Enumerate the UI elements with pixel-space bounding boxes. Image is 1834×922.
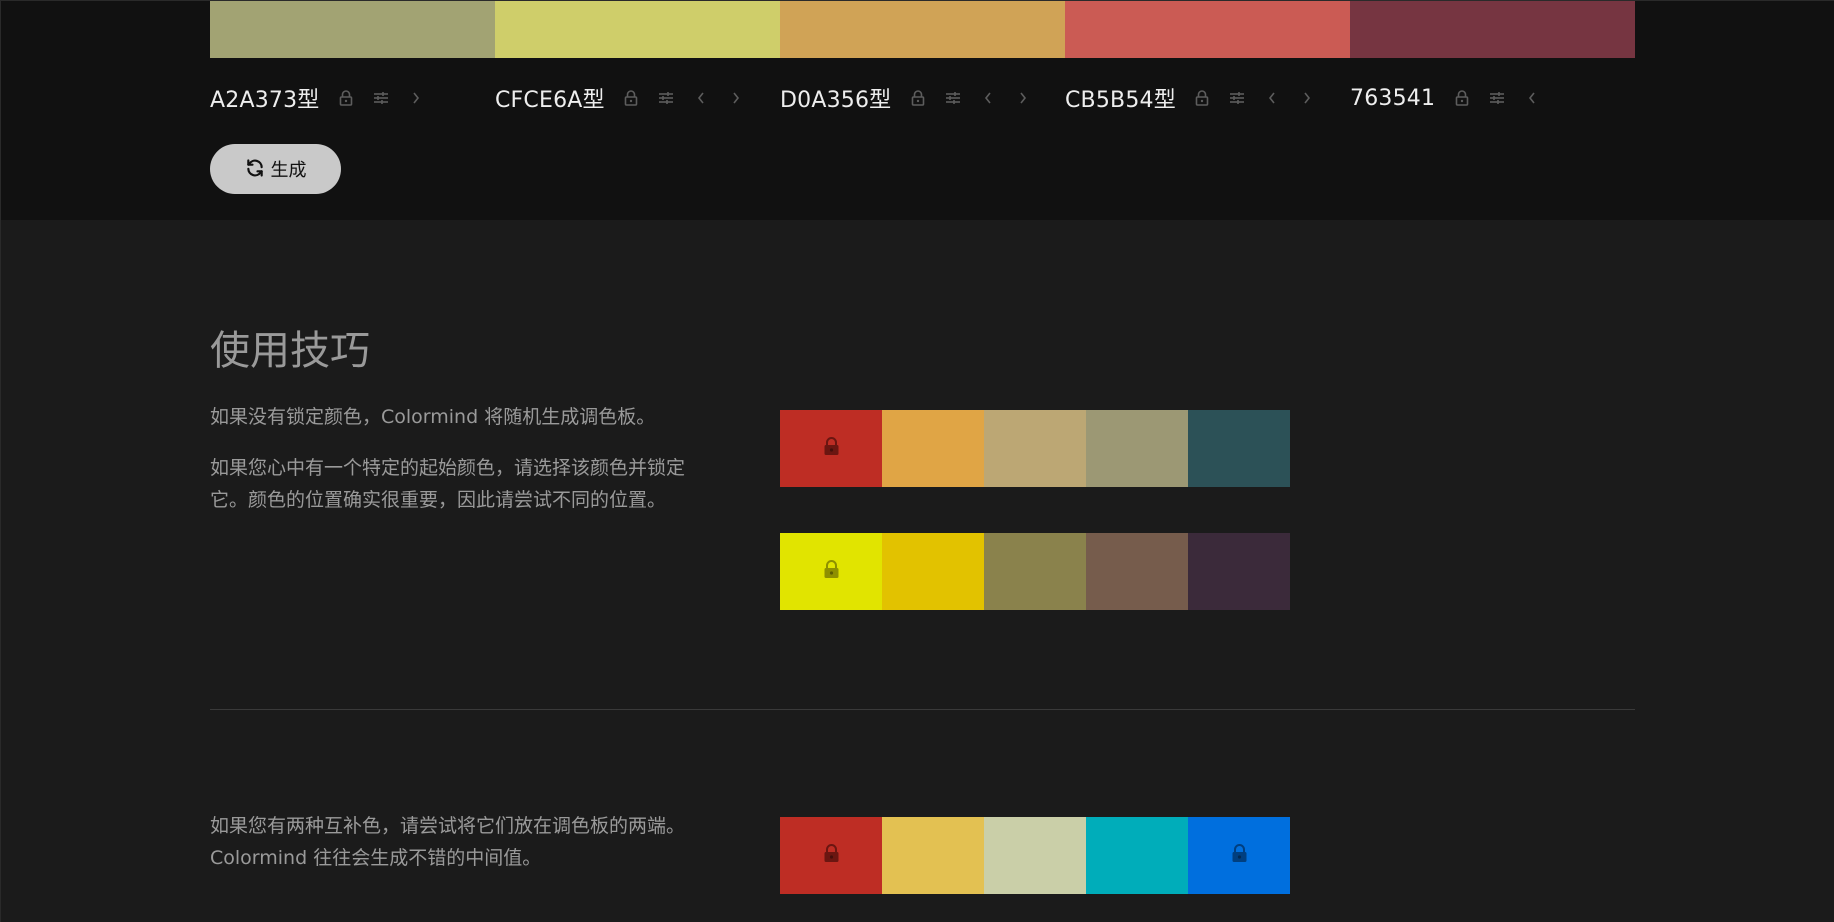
- adjust-icon[interactable]: [373, 90, 390, 107]
- demo-swatch: [882, 533, 984, 610]
- lock-icon[interactable]: [338, 90, 355, 107]
- chevron-right-icon[interactable]: [1299, 90, 1316, 107]
- lock-icon: [823, 437, 840, 460]
- refresh-icon: [245, 158, 265, 181]
- palette-swatch[interactable]: [1065, 1, 1350, 58]
- demo-swatch: [780, 533, 882, 610]
- swatch-controls: CFCE6A型: [495, 83, 745, 113]
- generate-button[interactable]: 生成: [210, 144, 341, 194]
- demo-swatch: [1086, 817, 1188, 894]
- swatch-controls: CB5B54型: [1065, 83, 1316, 113]
- swatch-controls-row: A2A373型 CFCE6A型 D0A356型 CB5B54型 763541: [210, 83, 1635, 113]
- adjust-icon[interactable]: [658, 90, 675, 107]
- palette-swatch[interactable]: [1350, 1, 1635, 58]
- adjust-icon[interactable]: [1229, 90, 1246, 107]
- demo-swatch: [1188, 410, 1290, 487]
- lock-icon: [1231, 844, 1248, 867]
- adjust-icon[interactable]: [944, 90, 961, 107]
- generate-label: 生成: [270, 160, 307, 180]
- demo-palette-1: [780, 410, 1290, 487]
- hex-code-label[interactable]: A2A373型: [210, 82, 320, 114]
- chevron-left-icon[interactable]: [979, 90, 996, 107]
- demo-palette-2: [780, 533, 1290, 610]
- palette-swatch[interactable]: [780, 1, 1065, 58]
- section-divider: [210, 709, 1635, 710]
- lock-icon: [823, 844, 840, 867]
- chevron-left-icon[interactable]: [693, 90, 710, 107]
- demo-swatch: [882, 817, 984, 894]
- lock-icon[interactable]: [1194, 90, 1211, 107]
- chevron-left-icon[interactable]: [1264, 90, 1281, 107]
- lock-icon: [823, 560, 840, 583]
- swatch-controls: A2A373型: [210, 83, 425, 113]
- lock-icon[interactable]: [1453, 90, 1470, 107]
- demo-swatch: [984, 817, 1086, 894]
- lock-icon[interactable]: [623, 90, 640, 107]
- demo-swatch: [1086, 410, 1188, 487]
- palette-swatch[interactable]: [495, 1, 780, 58]
- chevron-left-icon[interactable]: [1523, 90, 1540, 107]
- demo-palette-3: [780, 817, 1290, 894]
- demo-swatch: [882, 410, 984, 487]
- hex-code-label[interactable]: D0A356型: [780, 82, 891, 114]
- hex-code-label[interactable]: CFCE6A型: [495, 82, 605, 114]
- demo-swatch: [1086, 533, 1188, 610]
- palette-generator-panel: A2A373型 CFCE6A型 D0A356型 CB5B54型 763541 生成: [0, 0, 1834, 220]
- demo-swatch: [1188, 817, 1290, 894]
- demo-swatch: [984, 410, 1086, 487]
- chevron-right-icon[interactable]: [1014, 90, 1031, 107]
- swatch-controls: D0A356型: [780, 83, 1031, 113]
- lock-icon[interactable]: [909, 90, 926, 107]
- chevron-right-icon[interactable]: [408, 90, 425, 107]
- chevron-right-icon[interactable]: [728, 90, 745, 107]
- tip-text-complementary: 如果您有两种互补色，请尝试将它们放在调色板的两端。Colormind 往往会生成…: [210, 815, 686, 869]
- tip-text-random: 如果没有锁定颜色，Colormind 将随机生成调色板。: [210, 406, 656, 428]
- demo-swatch: [984, 533, 1086, 610]
- tips-section: 使用技巧 如果没有锁定颜色，Colormind 将随机生成调色板。 如果您心中有…: [0, 220, 1834, 922]
- palette-bar: [210, 1, 1635, 58]
- demo-swatch: [780, 410, 882, 487]
- section-title: 使用技巧: [210, 328, 370, 374]
- palette-swatch[interactable]: [210, 1, 495, 58]
- hex-code-label[interactable]: CB5B54型: [1065, 82, 1176, 114]
- adjust-icon[interactable]: [1488, 90, 1505, 107]
- hex-code-label[interactable]: 763541: [1350, 86, 1435, 111]
- swatch-controls: 763541: [1350, 83, 1540, 113]
- demo-swatch: [1188, 533, 1290, 610]
- demo-swatch: [780, 817, 882, 894]
- tip-text-lock-start: 如果您心中有一个特定的起始颜色，请选择该颜色并锁定它。颜色的位置确实很重要，因此…: [210, 457, 686, 511]
